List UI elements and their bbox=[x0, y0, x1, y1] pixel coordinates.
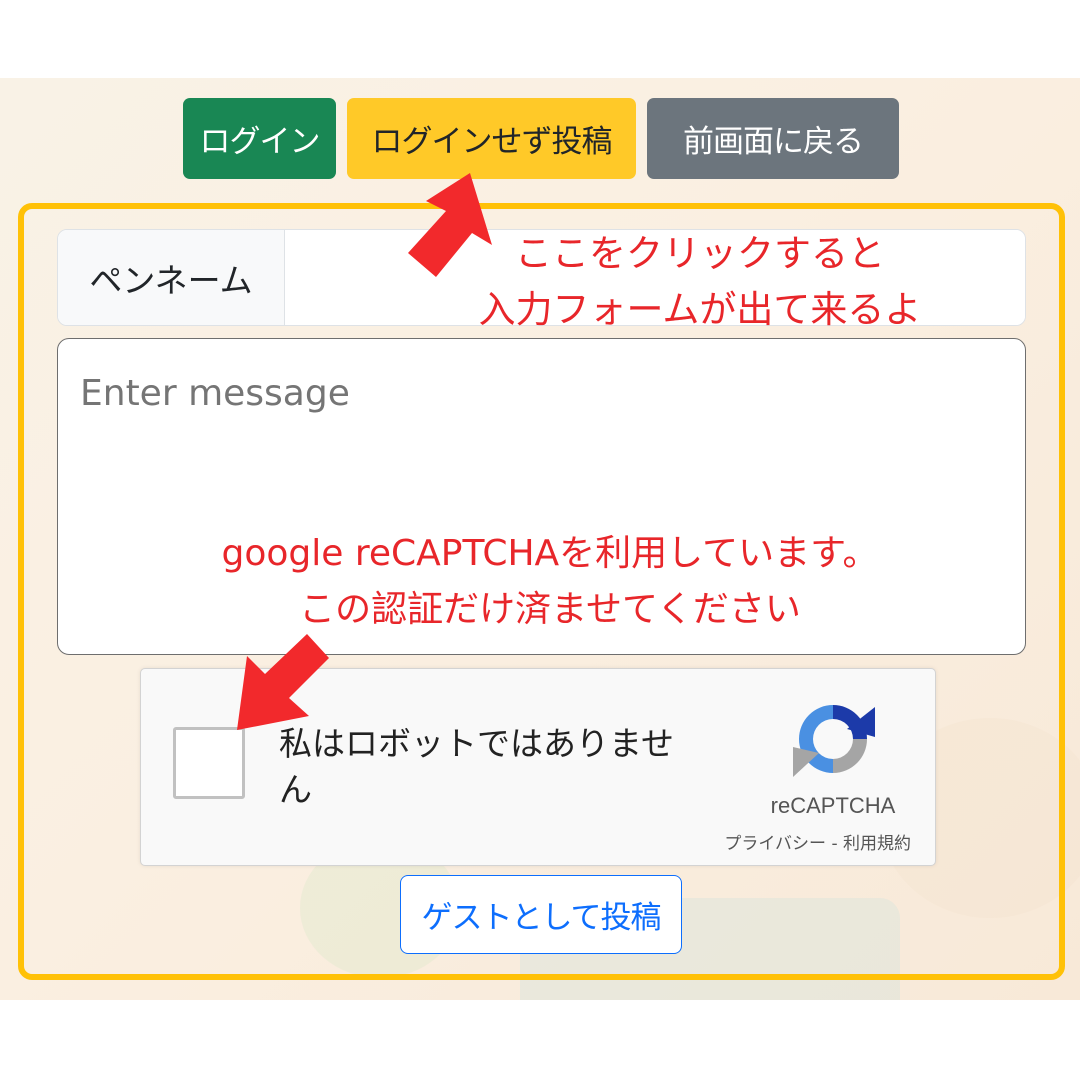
post-as-guest-button[interactable]: ゲストとして投稿 bbox=[400, 875, 682, 954]
arrow-down-left-icon bbox=[237, 634, 329, 730]
click-hint-annotation: ここをクリックすると 入力フォームが出て来るよ bbox=[420, 226, 980, 338]
penname-label: ペンネーム bbox=[58, 230, 285, 325]
recaptcha-brand: reCAPTCHA bbox=[770, 793, 896, 818]
recaptcha-links[interactable]: プライバシー - 利用規約 bbox=[671, 829, 911, 854]
recaptcha-logo-icon bbox=[793, 705, 875, 777]
back-button[interactable]: 前画面に戻る bbox=[647, 98, 899, 179]
captcha-hint-line1: google reCAPTCHAを利用しています。 bbox=[221, 533, 879, 574]
login-button[interactable]: ログイン bbox=[183, 98, 336, 179]
click-hint-line2: 入力フォームが出て来るよ bbox=[478, 288, 922, 331]
recaptcha-label: 私はロボットではありません bbox=[279, 724, 675, 809]
captcha-hint-annotation: google reCAPTCHAを利用しています。 この認証だけ済ませてください bbox=[150, 526, 950, 638]
click-hint-line1: ここをクリックすると bbox=[515, 232, 885, 275]
